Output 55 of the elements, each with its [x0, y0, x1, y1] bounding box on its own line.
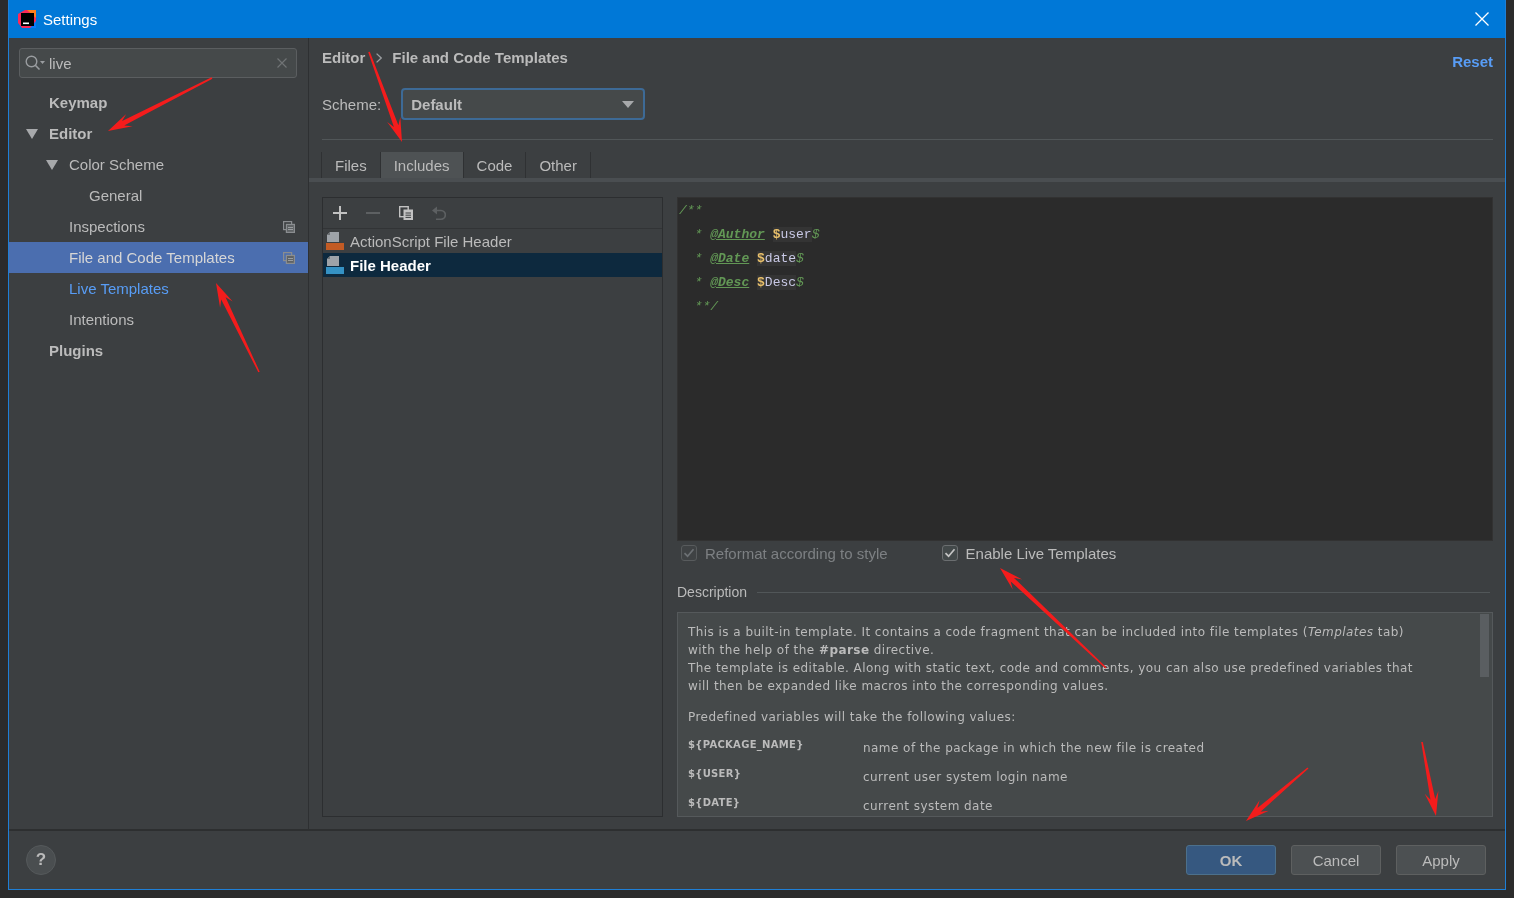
triangle-down-icon[interactable] — [26, 128, 38, 139]
tree-item[interactable]: File and Code Templates — [9, 242, 308, 273]
copy-icon[interactable] — [399, 206, 413, 220]
help-button[interactable]: ? — [26, 845, 56, 875]
tree-item[interactable]: Keymap — [9, 87, 308, 118]
section-title: Description — [677, 584, 748, 600]
variable-description: name of the package in which the new file is created — [863, 740, 1206, 757]
tab[interactable]: Files — [321, 152, 380, 178]
tree-item[interactable]: General — [9, 180, 308, 211]
search-field[interactable]: live — [19, 48, 297, 78]
code-line: **/ — [693, 298, 718, 316]
description-text: Predefined variables will take the following values: — [688, 709, 1017, 726]
app-logo-icon — [18, 10, 36, 28]
variable-description: current system date — [863, 798, 994, 815]
breadcrumb-item[interactable]: Editor — [322, 48, 366, 68]
caret-down-icon — [622, 100, 635, 108]
chevron-right-icon — [376, 53, 383, 63]
template-item[interactable]: File Header — [323, 253, 662, 277]
dialog-button[interactable]: OK — [1186, 845, 1276, 875]
dialog-button[interactable]: Apply — [1396, 845, 1486, 875]
window-title: Settings — [43, 10, 98, 28]
tab[interactable]: Code — [462, 152, 526, 178]
variable-name: ${DATE} — [688, 796, 742, 810]
code-line: * @Desc $Desc$ — [693, 274, 804, 292]
add-icon[interactable] — [333, 206, 347, 220]
description-text: The template is editable. Along with static text, code and comments, you can also use predefined variables that will then be expanded like macros into the corresponding values. — [688, 660, 1414, 695]
tab[interactable]: Other — [525, 152, 591, 178]
tree-item[interactable]: Editor — [9, 118, 308, 149]
tree-item[interactable]: Intentions — [9, 304, 308, 335]
checkbox[interactable] — [941, 545, 958, 561]
variable-description: current user system login name — [863, 769, 1069, 786]
annotation-arrow — [1246, 767, 1309, 821]
scheme-label: Scheme: — [322, 95, 382, 113]
code-line: * @Author $user$ — [693, 226, 820, 244]
tree-item[interactable]: Inspections — [9, 211, 308, 242]
tree-item[interactable]: Live Templates — [9, 273, 308, 304]
tree-item[interactable]: Plugins — [9, 335, 308, 366]
checkbox-label: Enable Live Templates — [965, 544, 1117, 562]
template-item[interactable]: ActionScript File Header — [323, 229, 662, 253]
checkbox-label: Reformat according to style — [705, 544, 888, 562]
tree-item[interactable]: Color Scheme — [9, 149, 308, 180]
scheme-dropdown[interactable]: Default — [401, 88, 646, 120]
code-line: /** — [679, 202, 703, 220]
search-icon — [25, 55, 45, 71]
close-icon — [1475, 12, 1489, 26]
code-editor[interactable]: /** * @Author $user$ * @Date $date$ * @Desc $Desc$ **/ — [677, 197, 1493, 541]
code-line: * @Date $date$ — [693, 250, 804, 268]
tab[interactable]: Includes — [379, 152, 463, 178]
variable-name: ${USER} — [688, 767, 743, 781]
reset-link[interactable]: Reset — [1452, 52, 1493, 72]
dialog-button[interactable]: Cancel — [1291, 845, 1381, 875]
breadcrumb-item: File and Code Templates — [392, 48, 568, 68]
triangle-down-icon[interactable] — [46, 159, 58, 170]
variable-name: ${PACKAGE_NAME} — [688, 738, 805, 752]
clear-icon[interactable] — [277, 58, 287, 68]
